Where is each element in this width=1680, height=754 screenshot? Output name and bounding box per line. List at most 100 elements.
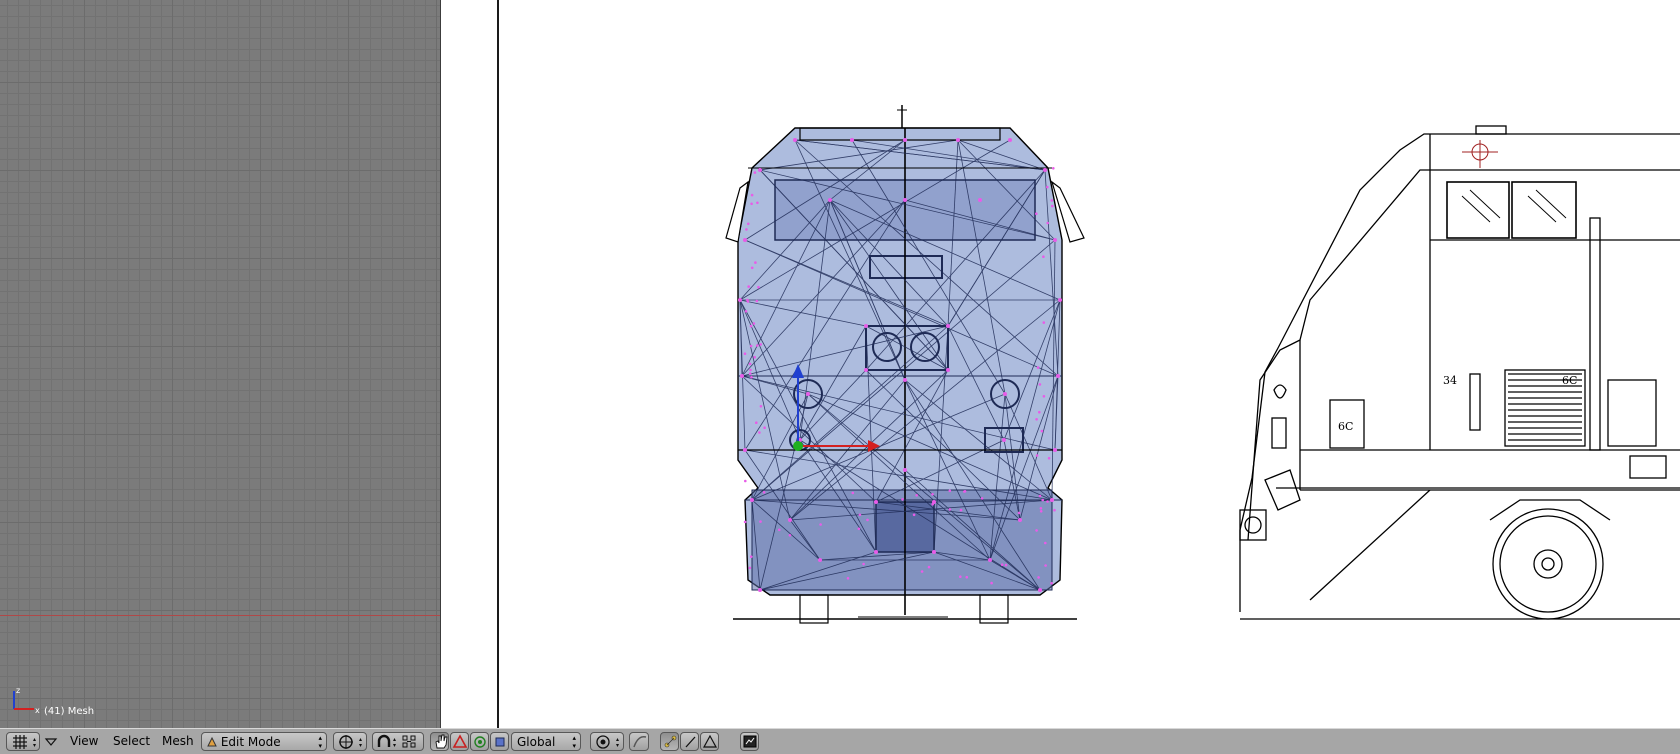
mesh-vertex[interactable]: [818, 558, 822, 562]
mesh-vertex[interactable]: [744, 310, 748, 313]
mesh-vertex[interactable]: [1050, 498, 1054, 502]
mesh-vertex[interactable]: [754, 261, 757, 264]
mesh-vertex[interactable]: [920, 570, 924, 573]
mesh-vertex[interactable]: [1003, 392, 1007, 396]
mesh-vertex[interactable]: [1051, 204, 1054, 208]
mesh-vertex[interactable]: [1046, 185, 1049, 189]
mesh-vertex[interactable]: [756, 201, 759, 205]
header-collapse-toggle[interactable]: [44, 732, 58, 751]
mesh-vertex[interactable]: [1017, 511, 1021, 515]
editor-type-selector[interactable]: ▴ ▾: [6, 732, 40, 751]
mesh-vertex[interactable]: [1041, 498, 1044, 502]
mesh-vertex[interactable]: [1047, 456, 1051, 460]
mesh-vertex[interactable]: [851, 491, 855, 495]
mesh-vertex[interactable]: [750, 202, 753, 206]
manipulator-scale-toggle[interactable]: [470, 732, 489, 751]
mesh-vertex[interactable]: [1038, 383, 1042, 386]
mesh-vertex[interactable]: [757, 285, 760, 289]
mesh-vertex[interactable]: [1044, 564, 1047, 567]
mesh-vertex[interactable]: [1038, 588, 1042, 592]
mesh-vertex[interactable]: [956, 138, 960, 142]
orientation-dropdown[interactable]: Global ▴ ▾: [511, 732, 581, 751]
mesh-vertex[interactable]: [747, 285, 750, 288]
mesh-vertex[interactable]: [1035, 212, 1038, 215]
mesh-vertex[interactable]: [1052, 167, 1055, 170]
view-menu[interactable]: View: [68, 732, 100, 751]
mesh-vertex[interactable]: [988, 558, 992, 562]
mesh-vertex[interactable]: [1044, 541, 1047, 545]
manipulator-rotate-toggle[interactable]: [450, 732, 469, 751]
mesh-vertex[interactable]: [1036, 366, 1040, 369]
main-3d-viewport[interactable]: 6C 34 6C: [441, 0, 1680, 728]
mesh-vertex[interactable]: [978, 198, 982, 202]
mesh-vertex[interactable]: [745, 228, 748, 231]
manipulator-translate-toggle[interactable]: [430, 732, 449, 751]
select-menu[interactable]: Select: [111, 732, 152, 751]
mesh-vertex[interactable]: [743, 238, 747, 242]
select-vertex-mode[interactable]: [660, 732, 679, 751]
mesh-vertex[interactable]: [1000, 563, 1004, 566]
mesh-vertex[interactable]: [980, 497, 984, 500]
mesh-vertex[interactable]: [756, 344, 759, 347]
mesh-vertex[interactable]: [1035, 454, 1039, 457]
mesh-vertex[interactable]: [744, 479, 747, 483]
mesh-vertex[interactable]: [864, 324, 868, 328]
mesh-vertex[interactable]: [864, 368, 868, 372]
mesh-vertex[interactable]: [903, 138, 907, 142]
mesh-vertex[interactable]: [959, 508, 963, 512]
mesh-vertex[interactable]: [755, 299, 759, 303]
mesh-vertex[interactable]: [747, 222, 750, 226]
mesh-vertex[interactable]: [758, 431, 761, 434]
mesh-vertex[interactable]: [748, 372, 752, 375]
mesh-vertex[interactable]: [778, 528, 781, 532]
mesh-vertex[interactable]: [959, 575, 962, 578]
mesh-vertex[interactable]: [901, 498, 904, 501]
mesh-vertex[interactable]: [788, 534, 792, 537]
proportional-edit-selector[interactable]: ▴ ▾: [590, 732, 624, 751]
mesh-vertex[interactable]: [748, 362, 752, 366]
mesh-vertex[interactable]: [990, 581, 993, 585]
mesh-menu[interactable]: Mesh: [160, 732, 196, 751]
mesh-vertex[interactable]: [874, 500, 878, 504]
mesh-vertex[interactable]: [931, 493, 934, 496]
mesh-vertex[interactable]: [1042, 321, 1046, 324]
train-front-mesh[interactable]: [725, 105, 1085, 624]
mesh-vertex[interactable]: [850, 138, 854, 142]
snap-controls[interactable]: ▴ ▾: [372, 732, 424, 751]
mesh-vertex[interactable]: [749, 368, 752, 372]
mesh-vertex[interactable]: [743, 448, 747, 452]
mesh-vertex[interactable]: [746, 300, 750, 303]
mesh-vertex[interactable]: [1039, 507, 1043, 510]
mesh-vertex[interactable]: [793, 138, 797, 142]
mesh-vertex[interactable]: [1040, 429, 1044, 433]
mesh-vertex[interactable]: [828, 198, 832, 202]
mesh-vertex[interactable]: [912, 513, 916, 517]
mesh-vertex[interactable]: [874, 550, 878, 554]
manipulator-combo-toggle[interactable]: [490, 732, 509, 751]
mode-dropdown[interactable]: Edit Mode ▴ ▾: [201, 732, 327, 751]
mesh-vertex[interactable]: [1050, 582, 1053, 585]
proportional-falloff-button[interactable]: [629, 732, 649, 751]
mesh-vertex[interactable]: [763, 426, 766, 430]
mesh-vertex[interactable]: [788, 518, 792, 522]
render-button[interactable]: [740, 732, 759, 751]
mesh-vertex[interactable]: [1053, 238, 1057, 242]
mesh-vertex[interactable]: [738, 298, 742, 302]
mesh-vertex[interactable]: [931, 503, 934, 506]
mesh-vertex[interactable]: [1058, 298, 1062, 302]
side-grid-viewport[interactable]: z x (41) Mesh: [0, 0, 441, 728]
mesh-vertex[interactable]: [903, 198, 907, 202]
mesh-vertex[interactable]: [1008, 138, 1012, 142]
mesh-vertex[interactable]: [1053, 448, 1057, 452]
pivot-selector[interactable]: ▴ ▾: [333, 732, 367, 751]
mesh-vertex[interactable]: [758, 168, 762, 172]
mesh-vertex[interactable]: [866, 518, 869, 522]
mesh-vertex[interactable]: [903, 468, 907, 472]
mesh-vertex[interactable]: [752, 322, 756, 325]
mesh-vertex[interactable]: [948, 508, 952, 511]
mesh-vertex[interactable]: [759, 520, 762, 523]
mesh-vertex[interactable]: [759, 343, 762, 346]
mesh-vertex[interactable]: [1038, 494, 1042, 498]
mesh-vertex[interactable]: [755, 421, 758, 425]
mesh-vertex[interactable]: [749, 324, 753, 328]
